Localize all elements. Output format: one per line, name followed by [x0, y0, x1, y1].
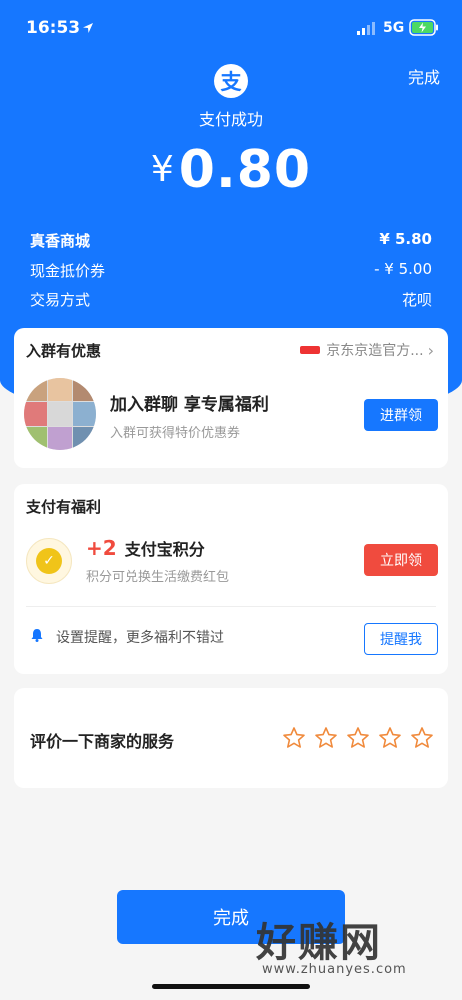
merchant-link[interactable]: 京东京造官方... ›: [300, 340, 434, 360]
payment-amount: ¥0.80: [0, 140, 462, 200]
alipay-logo-icon: 支: [214, 64, 248, 98]
points-row: +2 支付宝积分: [86, 536, 205, 560]
detail-row-merchant: 真香商城 ¥ 5.80: [30, 230, 432, 251]
detail-value: ¥ 5.80: [379, 230, 432, 248]
merchant-name: 京东京造官方...: [326, 343, 424, 359]
points-subtitle: 积分可兑换生活缴费红包: [86, 570, 230, 585]
group-avatar: [24, 378, 96, 450]
location-arrow-icon: [83, 23, 93, 33]
star-icon-3[interactable]: [346, 726, 370, 750]
star-icon-2[interactable]: [314, 726, 338, 750]
divider: [26, 606, 436, 607]
payment-benefits-card: 支付有福利 ✓ +2 支付宝积分 积分可兑换生活缴费红包 立即领 设置提醒，更多…: [14, 484, 448, 674]
rate-merchant-card: 评价一下商家的服务: [14, 688, 448, 788]
detail-label: 交易方式: [30, 291, 91, 309]
payment-status-title: 支付成功: [198, 110, 263, 129]
join-group-button[interactable]: 进群领: [364, 399, 438, 431]
detail-row-payment-method: 交易方式 花呗: [30, 289, 432, 310]
currency-symbol: ¥: [150, 149, 175, 190]
signal-icon: [357, 22, 375, 35]
detail-label: 现金抵价券: [30, 262, 106, 280]
jd-badge-icon: [300, 346, 321, 354]
home-indicator: [152, 984, 310, 989]
star-icon-4[interactable]: [378, 726, 402, 750]
star-icon-5[interactable]: [410, 726, 434, 750]
reminder-text: 设置提醒，更多福利不错过: [56, 630, 224, 646]
amount-value: 0.80: [178, 140, 312, 200]
star-icon-1[interactable]: [282, 726, 306, 750]
watermark-main: 好赚网: [256, 920, 382, 966]
benefits-card-title: 支付有福利: [26, 498, 102, 516]
points-coin-icon: ✓: [26, 538, 72, 584]
points-title: 支付宝积分: [124, 540, 205, 559]
group-card-title: 入群有优惠: [26, 342, 102, 360]
chevron-right-icon: ›: [427, 340, 434, 360]
set-reminder-button[interactable]: 提醒我: [364, 623, 438, 655]
detail-value: 花呗: [401, 291, 432, 309]
group-main-text: 加入群聊 享专属福利: [110, 395, 269, 415]
done-button-top[interactable]: 完成: [408, 64, 440, 88]
watermark: 好赚网 www.zhuanyes.com: [256, 910, 446, 977]
status-time: 16:53: [26, 18, 81, 38]
bell-icon: [31, 629, 43, 642]
claim-points-button[interactable]: 立即领: [364, 544, 438, 576]
star-rating: [282, 726, 434, 750]
detail-value: - ¥ 5.00: [374, 260, 432, 278]
detail-label: 真香商城: [30, 232, 91, 250]
detail-row-coupon: 现金抵价券 - ¥ 5.00: [30, 260, 432, 281]
group-sub-text: 入群可获得特价优惠券: [110, 426, 241, 441]
logo-glyph: 支: [220, 70, 242, 94]
rate-label: 评价一下商家的服务: [30, 732, 175, 751]
group-chat-card: 入群有优惠 京东京造官方... › 加入群聊 享专属福利 入群可获得特价优惠券 …: [14, 328, 448, 468]
battery-charging-icon: [409, 19, 438, 36]
status-bar: 16:53 5G: [0, 14, 462, 44]
network-label: 5G: [383, 20, 405, 36]
points-amount: +2: [86, 536, 117, 560]
